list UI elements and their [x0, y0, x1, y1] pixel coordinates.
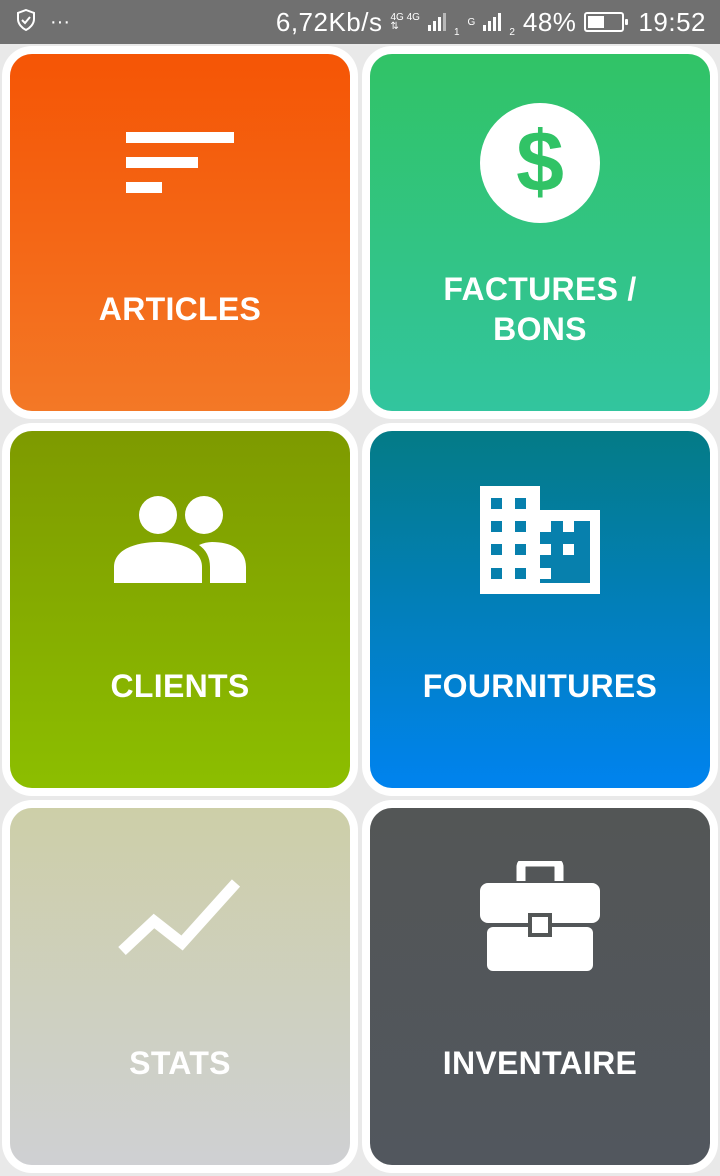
tile-label: ARTICLES: [98, 291, 262, 327]
svg-text:$: $: [516, 114, 564, 210]
tile-label: STATS: [129, 1045, 231, 1081]
building-icon: [370, 475, 710, 605]
more-dots-icon: ···: [50, 11, 70, 33]
stats-tile[interactable]: STATS: [10, 808, 350, 1165]
tile-label: FOURNITURES: [422, 668, 658, 704]
tile-cell-fournitures: FOURNITURES: [360, 421, 720, 798]
battery-icon: [584, 12, 629, 32]
signal-sim1-icon: [427, 13, 446, 31]
tile-label: CLIENTS: [110, 668, 250, 704]
tile-cell-articles: ARTICLES: [0, 44, 360, 421]
sim1-network-label: 4G 4G ⇅: [390, 12, 420, 32]
clock: 19:52: [638, 6, 706, 37]
clients-tile[interactable]: CLIENTS: [10, 431, 350, 788]
status-right: 6,72Kb/s 4G 4G ⇅ 1 G 2 48% 19:52: [276, 7, 706, 38]
tile-cell-clients: CLIENTS: [0, 421, 360, 798]
tile-cell-inventaire: INVENTAIRE: [360, 798, 720, 1175]
status-left: ···: [16, 8, 70, 36]
tile-label: INVENTAIRE: [442, 1045, 638, 1081]
tile-label: FACTURES / BONS: [443, 271, 637, 347]
signal-sim2-icon: [483, 13, 502, 31]
menu-grid: ARTICLES $ FACTURES / BONS CLIENTS FOURN…: [0, 44, 720, 1176]
trending-line-icon: [10, 852, 350, 982]
sim2-index: 2: [509, 26, 515, 38]
people-icon: [10, 475, 350, 605]
dollar-circle-icon: $: [370, 98, 710, 228]
briefcase-icon: [370, 852, 710, 982]
tile-cell-stats: STATS: [0, 798, 360, 1175]
sort-lines-icon: [10, 98, 350, 228]
battery-percent: 48%: [522, 6, 577, 37]
status-bar: ··· 6,72Kb/s 4G 4G ⇅ 1 G 2 48% 19:52: [0, 0, 720, 44]
net-speed: 6,72Kb/s: [275, 6, 383, 37]
sim1-index: 1: [453, 26, 460, 38]
fournitures-tile[interactable]: FOURNITURES: [370, 431, 710, 788]
tile-cell-factures: $ FACTURES / BONS: [360, 44, 720, 421]
shield-check-icon: [16, 8, 36, 36]
articles-tile[interactable]: ARTICLES: [10, 54, 350, 411]
factures-bons-tile[interactable]: $ FACTURES / BONS: [370, 54, 710, 411]
inventaire-tile[interactable]: INVENTAIRE: [370, 808, 710, 1165]
sim2-network-label: G: [467, 16, 476, 28]
